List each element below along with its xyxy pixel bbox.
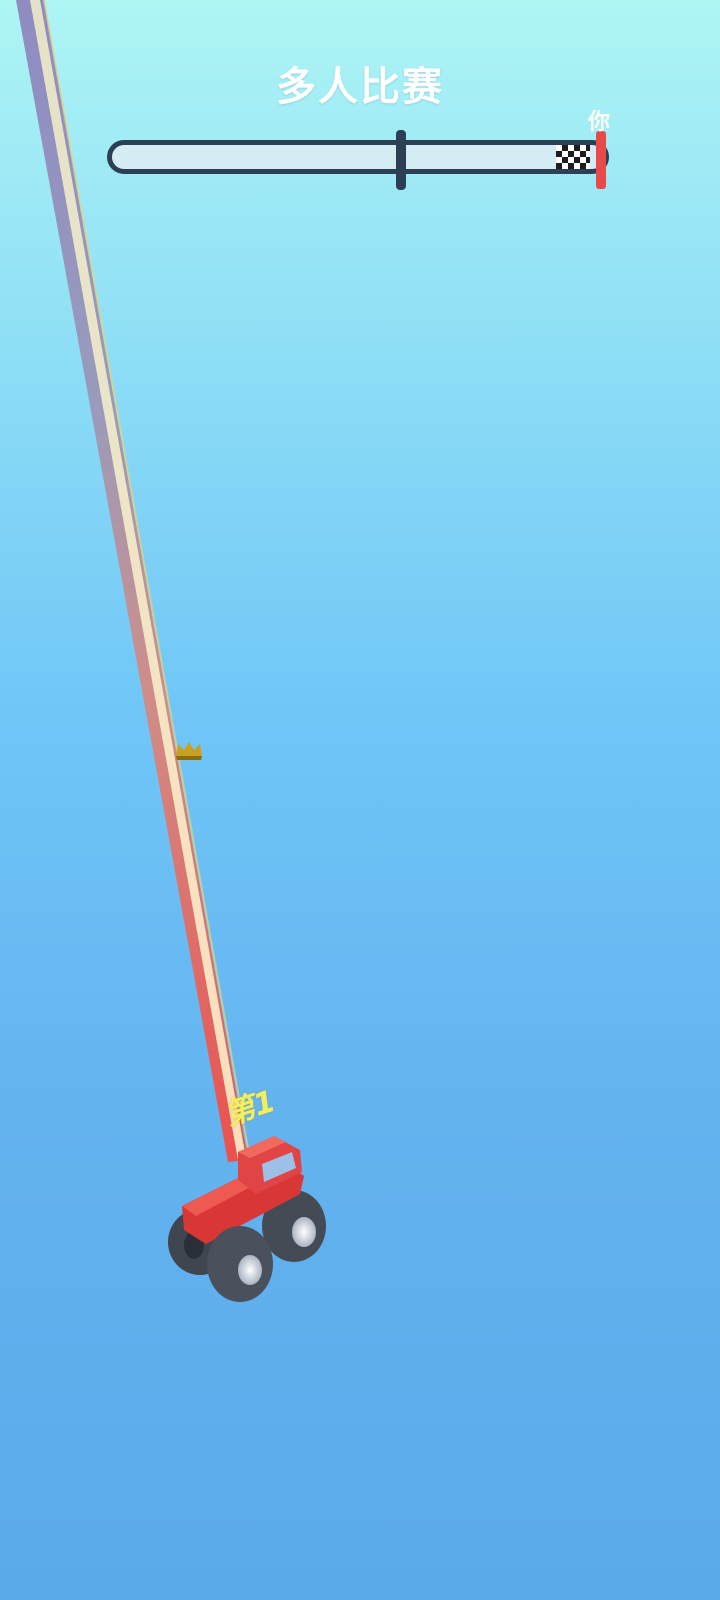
player-progress-marker xyxy=(596,131,606,189)
player-marker-label: 你 xyxy=(588,110,611,135)
truck-wheel xyxy=(207,1226,273,1302)
race-progress-bar xyxy=(107,140,609,174)
crown-icon xyxy=(176,742,202,760)
speed-trail xyxy=(16,0,251,1162)
game-scene xyxy=(16,0,326,1302)
opponent-progress-marker xyxy=(396,130,407,190)
finish-flag-icon xyxy=(556,145,590,169)
monster-truck[interactable] xyxy=(168,1136,326,1302)
page-title: 多人比赛 xyxy=(276,64,444,110)
